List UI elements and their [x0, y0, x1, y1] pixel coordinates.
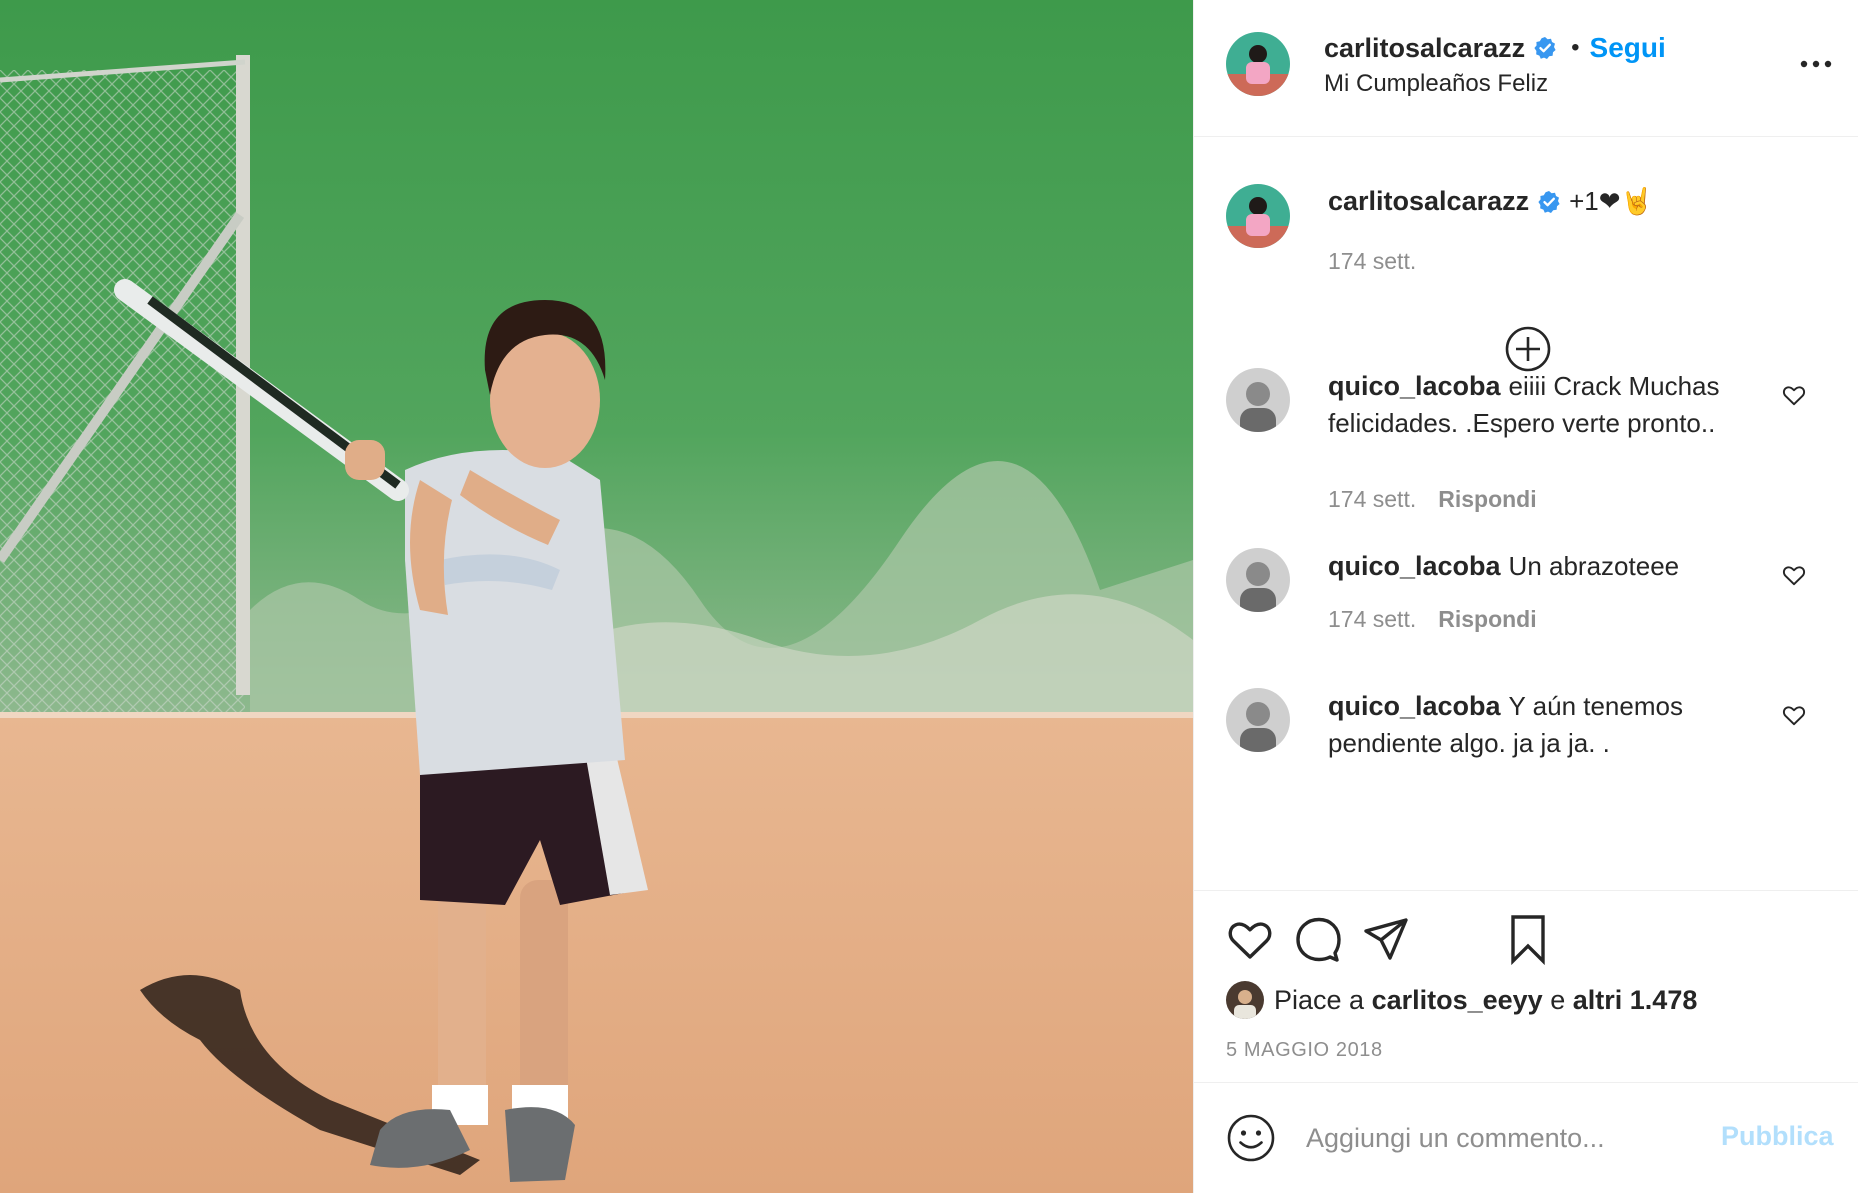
post-date[interactable]: 5 MAGGIO 2018	[1226, 1039, 1383, 1062]
publish-button[interactable]: Pubblica	[1721, 1121, 1834, 1152]
caption: carlitosalcarazz +1❤🤘	[1328, 186, 1653, 217]
follow-button[interactable]: Segui	[1590, 32, 1666, 64]
commenter-username[interactable]: quico_lacoba	[1328, 691, 1501, 721]
likes-prefix: Piace a	[1274, 984, 1365, 1015]
post-photo[interactable]	[0, 0, 1193, 1193]
commenter-avatar[interactable]	[1226, 368, 1290, 432]
heart-icon[interactable]	[1224, 913, 1276, 965]
caption-text: +1❤🤘	[1569, 186, 1653, 216]
load-more-comments-icon[interactable]	[1503, 324, 1553, 374]
caption-avatar[interactable]	[1226, 184, 1290, 248]
commenter-avatar[interactable]	[1226, 548, 1290, 612]
verified-badge-icon	[1533, 36, 1557, 60]
like-comment-heart-icon[interactable]	[1781, 562, 1807, 588]
like-comment-heart-icon[interactable]	[1781, 702, 1807, 728]
comment-meta: 174 sett. Rispondi	[1328, 606, 1537, 633]
add-comment-bar: Pubblica	[1194, 1083, 1858, 1193]
likes-joiner: e	[1550, 984, 1566, 1015]
caption-meta: 174 sett.	[1328, 248, 1416, 275]
comment-icon[interactable]	[1292, 913, 1344, 965]
verified-badge-icon	[1537, 190, 1561, 214]
comments-list[interactable]: carlitosalcarazz +1❤🤘 174 sett. quico_la…	[1194, 138, 1858, 890]
comment-time[interactable]: 174 sett.	[1328, 486, 1416, 513]
post-header: carlitosalcarazz • Segui Mi Cumpleaños F…	[1194, 0, 1858, 137]
comment-input[interactable]	[1306, 1111, 1706, 1165]
post-side-panel: carlitosalcarazz • Segui Mi Cumpleaños F…	[1193, 0, 1858, 1193]
comment-time[interactable]: 174 sett.	[1328, 606, 1416, 633]
bookmark-icon[interactable]	[1502, 913, 1554, 965]
caption-time[interactable]: 174 sett.	[1328, 248, 1416, 275]
likes-count[interactable]: altri 1.478	[1573, 985, 1698, 1016]
paper-plane-icon[interactable]	[1360, 913, 1412, 965]
comment-body: quico_lacoba Y aún tenemos pendiente algo…	[1328, 688, 1748, 762]
author-line: carlitosalcarazz • Segui	[1324, 32, 1666, 64]
comment-meta: 174 sett. Rispondi	[1328, 486, 1537, 513]
post-photo-illustration	[0, 0, 1193, 1193]
comment-body: quico_lacoba eiiii Crack Muchas felicidad…	[1328, 368, 1748, 442]
comment-text: Un abrazoteee	[1508, 551, 1680, 581]
post-actions: Piace a carlitos_eeyy e altri 1.478 5 MA…	[1194, 890, 1858, 1083]
separator-dot: •	[1571, 34, 1580, 61]
reply-button[interactable]: Rispondi	[1438, 606, 1536, 633]
author-username[interactable]: carlitosalcarazz	[1324, 33, 1525, 64]
like-comment-heart-icon[interactable]	[1781, 382, 1807, 408]
caption-username[interactable]: carlitosalcarazz	[1328, 186, 1529, 217]
liker-username[interactable]: carlitos_eeyy	[1372, 985, 1543, 1016]
likes-summary: Piace a carlitos_eeyy e altri 1.478	[1226, 981, 1697, 1019]
liker-avatar[interactable]	[1226, 981, 1264, 1019]
author-avatar[interactable]	[1226, 32, 1290, 96]
post-location[interactable]: Mi Cumpleaños Feliz	[1324, 70, 1548, 98]
more-horizontal-icon[interactable]	[1796, 54, 1836, 74]
commenter-username[interactable]: quico_lacoba	[1328, 551, 1501, 581]
comment-body: quico_lacoba Un abrazoteee	[1328, 548, 1748, 585]
emoji-icon[interactable]	[1226, 1113, 1276, 1163]
reply-button[interactable]: Rispondi	[1438, 486, 1536, 513]
commenter-avatar[interactable]	[1226, 688, 1290, 752]
commenter-username[interactable]: quico_lacoba	[1328, 371, 1501, 401]
